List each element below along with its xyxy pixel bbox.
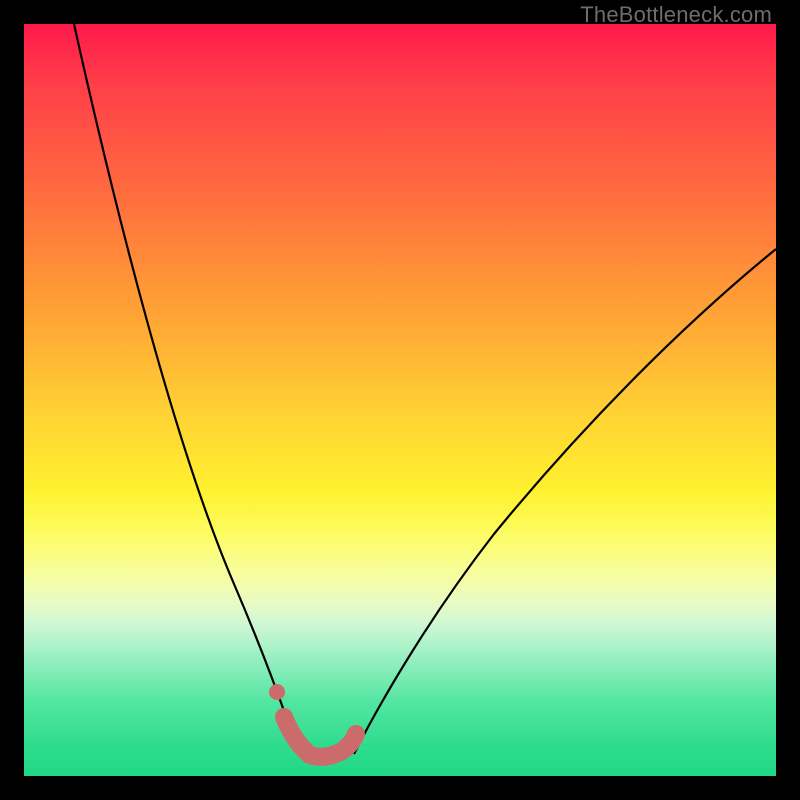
optimal-range-band — [284, 717, 356, 757]
watermark-text: TheBottleneck.com — [580, 2, 772, 28]
optimal-marker-dot — [269, 684, 285, 700]
chart-svg — [24, 24, 776, 776]
bottleneck-curve-right — [354, 249, 776, 754]
bottleneck-curve-left — [74, 24, 299, 754]
